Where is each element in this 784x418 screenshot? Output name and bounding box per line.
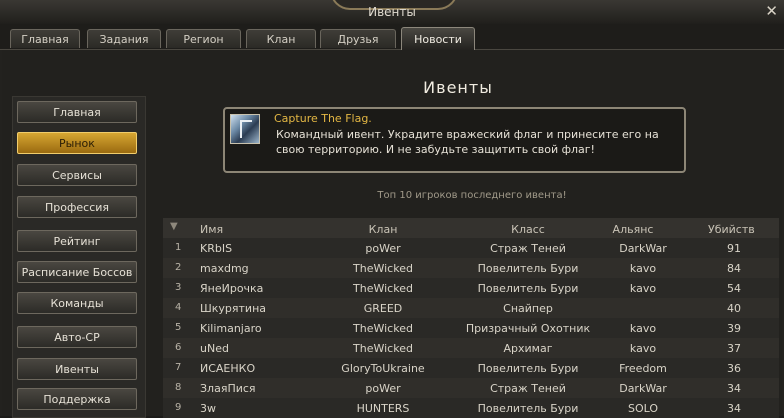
tab-quests[interactable]: Задания — [87, 29, 161, 48]
clan-cell: TheWicked — [353, 282, 413, 295]
player-name-cell: ЯнеИрочка — [200, 282, 264, 295]
events-window: Ивенты ✕ Главная Задания Регион Клан Дру… — [0, 0, 784, 418]
sidebar-item-events[interactable]: Ивенты — [17, 358, 137, 380]
tab-news[interactable]: Новости — [401, 27, 475, 50]
player-name-cell: uNed — [200, 342, 229, 355]
clan-cell: TheWicked — [353, 342, 413, 355]
sidebar-item-teams[interactable]: Команды — [17, 292, 137, 314]
page-title: Ивенты — [423, 78, 493, 97]
class-cell: Страж Теней — [490, 382, 566, 395]
table-row: 5 Kilimanjaro TheWicked Призрачный Охотн… — [163, 318, 779, 338]
clan-cell: poWer — [365, 382, 401, 395]
player-name-cell: ИСАЕНКО — [200, 362, 256, 375]
sidebar: Главная Рынок Сервисы Профессия Рейтинг … — [12, 96, 146, 418]
event-description: Командный ивент. Украдите вражеский флаг… — [276, 128, 659, 156]
sidebar-item-main[interactable]: Главная — [17, 101, 137, 123]
tab-friends[interactable]: Друзья — [320, 29, 396, 48]
table-row: 7 ИСАЕНКО GloryToUkraine Повелитель Бури… — [163, 358, 779, 378]
table-header: ▼ Имя Клан Класс Альянс Убийств — [163, 218, 779, 238]
flag-event-icon — [230, 114, 260, 144]
clan-cell: GloryToUkraine — [341, 362, 425, 375]
event-name: Capture The Flag. — [274, 112, 372, 125]
sidebar-item-boss-schedule[interactable]: Расписание Боссов — [17, 261, 137, 283]
alliance-cell: DarkWar — [619, 242, 667, 255]
tab-main[interactable]: Главная — [10, 29, 80, 48]
kills-cell: 84 — [727, 262, 741, 275]
column-header-kills: Убийств — [708, 223, 755, 236]
rank-cell: 8 — [175, 382, 182, 393]
clan-cell: HUNTERS — [356, 402, 410, 415]
sort-icon[interactable]: ▼ — [170, 221, 178, 232]
class-cell: Повелитель Бури — [477, 362, 579, 375]
kills-cell: 36 — [727, 362, 741, 375]
table-row: 2 maxdmg TheWicked Повелитель Бури kavo … — [163, 258, 779, 278]
sidebar-item-rating[interactable]: Рейтинг — [17, 230, 137, 252]
clan-cell: TheWicked — [353, 322, 413, 335]
table-body: 1 KRbIS poWer Страж Теней DarkWar 91 2 m… — [163, 238, 779, 418]
alliance-cell: kavo — [629, 262, 657, 275]
alliance-cell: DarkWar — [619, 382, 667, 395]
top-players-table: ▼ Имя Клан Класс Альянс Убийств 1 KRbIS … — [163, 218, 779, 418]
table-row: 9 3w HUNTERS Повелитель Бури SOLO 34 — [163, 398, 779, 418]
sidebar-item-auto-cp[interactable]: Авто-СР — [17, 326, 137, 348]
rank-cell: 7 — [175, 362, 182, 373]
kills-cell: 91 — [727, 242, 741, 255]
sidebar-item-profession[interactable]: Профессия — [17, 196, 137, 218]
alliance-cell: kavo — [629, 342, 657, 355]
tab-region[interactable]: Регион — [166, 29, 241, 48]
kills-cell: 34 — [727, 402, 741, 415]
kills-cell: 34 — [727, 382, 741, 395]
column-header-clan: Клан — [368, 223, 398, 236]
window-title: Ивенты — [368, 5, 416, 19]
kills-cell: 39 — [727, 322, 741, 335]
alliance-cell: Freedom — [619, 362, 667, 375]
rank-cell: 6 — [175, 342, 182, 353]
player-name-cell: Шкурятина — [200, 302, 267, 315]
rank-cell: 9 — [175, 402, 182, 413]
player-name-cell: maxdmg — [200, 262, 249, 275]
rank-cell: 5 — [175, 322, 182, 333]
sidebar-item-market[interactable]: Рынок — [17, 132, 137, 154]
event-info-panel: Capture The Flag. Командный ивент. Украд… — [223, 107, 686, 173]
column-header-alliance: Альянс — [612, 223, 654, 236]
alliance-cell: SOLO — [627, 402, 659, 415]
kills-cell: 40 — [727, 302, 741, 315]
sidebar-item-support[interactable]: Поддержка — [17, 388, 137, 410]
rank-cell: 1 — [175, 242, 182, 253]
class-cell: Призрачный Охотник — [465, 322, 591, 335]
player-name-cell: KRbIS — [200, 242, 233, 255]
rank-cell: 4 — [175, 302, 182, 313]
alliance-cell: kavo — [629, 282, 657, 295]
table-row: 3 ЯнеИрочка TheWicked Повелитель Бури ka… — [163, 278, 779, 298]
clan-cell: TheWicked — [353, 262, 413, 275]
class-cell: Страж Теней — [490, 242, 566, 255]
class-cell: Повелитель Бури — [477, 402, 579, 415]
kills-cell: 37 — [727, 342, 741, 355]
tab-bar: Главная Задания Регион Клан Друзья Новос… — [0, 24, 784, 50]
class-cell: Повелитель Бури — [477, 282, 579, 295]
sidebar-item-services[interactable]: Сервисы — [17, 164, 137, 186]
table-row: 6 uNed TheWicked Архимаг kavo 37 — [163, 338, 779, 358]
class-cell: Повелитель Бури — [477, 262, 579, 275]
close-button[interactable]: ✕ — [765, 2, 778, 20]
kills-cell: 54 — [727, 282, 741, 295]
player-name-cell: 3w — [200, 402, 216, 415]
rank-cell: 2 — [175, 262, 182, 273]
column-header-class: Класс — [511, 223, 545, 236]
column-header-name: Имя — [200, 223, 224, 236]
player-name-cell: Kilimanjaro — [200, 322, 262, 335]
top-players-caption: Топ 10 игроков последнего ивента! — [377, 190, 567, 201]
title-bar[interactable]: Ивенты ✕ — [0, 0, 784, 25]
alliance-cell: kavo — [629, 322, 657, 335]
table-row: 1 KRbIS poWer Страж Теней DarkWar 91 — [163, 238, 779, 258]
table-row: 8 ЗлаяПися poWer Страж Теней DarkWar 34 — [163, 378, 779, 398]
clan-cell: poWer — [365, 242, 401, 255]
tab-clan[interactable]: Клан — [246, 29, 316, 48]
class-cell: Архимаг — [503, 342, 553, 355]
table-row: 4 Шкурятина GREED Снайпер 40 — [163, 298, 779, 318]
player-name-cell: ЗлаяПися — [200, 382, 256, 395]
clan-cell: GREED — [363, 302, 403, 315]
class-cell: Снайпер — [503, 302, 553, 315]
rank-cell: 3 — [175, 282, 182, 293]
